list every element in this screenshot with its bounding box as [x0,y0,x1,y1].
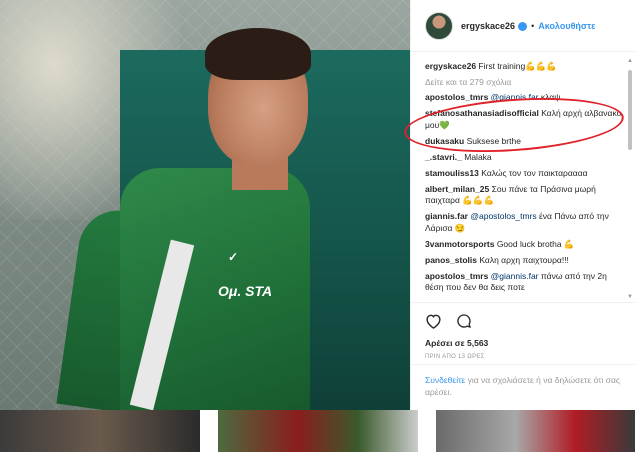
comment-user[interactable]: _.stavri._ [425,152,462,162]
avatar[interactable] [425,11,453,40]
comment-user[interactable]: apostolos_tmrs [425,271,488,281]
post-timestamp: ΠΡΙΝ ΑΠΟ 13 ΩΡΕΣ [425,354,485,360]
comment-text: First training [478,61,526,71]
comment: giannis.far @apostolos_tmrs ένα Πάνω από… [425,211,622,234]
comment-user[interactable]: ergyskace26 [425,61,476,71]
related-posts-strip [0,410,635,452]
post-sidebar: ergyskace26 • Ακολουθήστε ergyskace26 Fi… [410,0,635,410]
related-post-thumbnail[interactable] [218,410,418,452]
related-post-thumbnail[interactable] [436,410,635,452]
verified-badge-icon [518,22,528,31]
scroll-down-icon[interactable]: ▼ [627,294,633,300]
comment-user[interactable]: giannis.far [425,211,468,221]
post-actions: Αρέσει σε 5,563 ΠΡΙΝ ΑΠΟ 13 ΩΡΕΣ [411,302,635,372]
comment: stamouliss13 Καλώς τον τον παικταραααα [425,168,622,180]
comment-text: Καλη αρχη παιχτουρα!!! [479,254,569,265]
comment-user[interactable]: panos_stolis [425,255,477,265]
swoosh-logo-icon: ✓ [228,250,239,264]
login-link[interactable]: Συνδεθείτε [425,375,465,385]
comment-mention[interactable]: @apostolos_tmrs [470,211,536,221]
follow-button[interactable]: Ακολουθήστε [538,21,595,31]
related-post-thumbnail[interactable] [0,410,200,452]
comment: apostolos_tmrs @giannis.far πάνω από την… [425,271,622,294]
comment-user[interactable]: stamouliss13 [425,168,479,178]
post-photo[interactable]: ✓ Ομ. STA [0,0,410,410]
comments-scrollbar[interactable]: ▲ ▼ [627,58,633,300]
comment: 3vanmotorsports Good luck brotha 💪 [425,239,622,251]
comment-emoji: 💪💪💪 [462,195,495,205]
scroll-up-icon[interactable]: ▲ [627,58,633,64]
comment: panos_stolis Καλη αρχη παιχτουρα!!! [425,255,622,267]
heart-icon[interactable] [425,313,442,329]
comment-text: Good luck brotha [496,238,562,249]
comment-user[interactable]: albert_milan_25 [425,184,489,194]
comment: albert_milan_25 Σου πάνε τα Πράσινα μωρή… [425,184,622,207]
comment-text: Καλώς τον τον παικταραααα [481,167,588,178]
post-header: ergyskace26 • Ακολουθήστε [411,0,635,52]
comment-emoji: 😏 [454,222,466,233]
caption: ergyskace26 First training💪💪💪 [425,61,622,73]
likes-count[interactable]: Αρέσει σε 5,563 [425,338,622,348]
comment-user[interactable]: apostolos_tmrs [425,92,488,102]
separator-dot: • [531,20,535,31]
comment-emoji: 💪💪💪 [525,61,557,71]
comment-text: Malaka [464,151,492,162]
player-hair [205,28,311,80]
comment-emoji: 💪 [563,238,575,249]
view-all-comments-link[interactable]: Δείτε και τα 279 σχόλια [425,77,622,87]
comments-list: ergyskace26 First training💪💪💪 Δείτε και … [411,52,635,302]
comment-bubble-icon[interactable] [456,313,472,329]
comment: _.stavri._ Malaka [425,152,622,164]
scrollbar-thumb[interactable] [628,70,632,150]
login-prompt: Συνδεθείτε για να σχολιάσετε ή να δηλώσε… [411,364,635,410]
club-logo: Ομ. STA [218,283,273,299]
comment-mention[interactable]: @giannis.far [491,271,539,281]
header-username[interactable]: ergyskace26 [461,21,515,31]
comment-user[interactable]: 3vanmotorsports [425,239,494,249]
